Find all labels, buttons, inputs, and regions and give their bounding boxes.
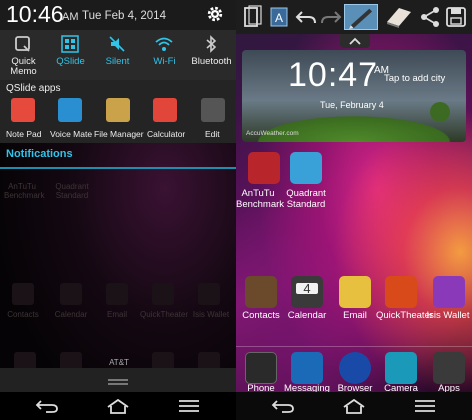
save-icon[interactable] — [444, 4, 468, 30]
qslide-app-label: Note Pad — [6, 129, 42, 139]
toggle-label: QSlide — [56, 56, 85, 67]
dimmed-app-label: AnTuTu Benchmark — [4, 182, 45, 200]
widget-date: Tue, February 4 — [320, 100, 384, 110]
toggle-bluetooth[interactable]: Bluetooth — [188, 30, 235, 80]
toggle-quick-memo[interactable]: Quick Memo — [0, 30, 47, 80]
back-icon[interactable] — [34, 398, 60, 414]
nav-bar — [236, 392, 472, 420]
share-icon[interactable] — [418, 4, 442, 30]
qslide-app-label: Voice Mate — [50, 129, 93, 139]
edit-icon — [201, 98, 225, 122]
back-icon[interactable] — [270, 398, 296, 414]
app-label: QuickTheater — [376, 310, 434, 321]
toggle-label: Bluetooth — [191, 56, 232, 67]
text-icon[interactable]: A — [267, 4, 291, 30]
calculator-icon — [153, 98, 177, 122]
contacts-icon — [245, 276, 277, 308]
home-icon[interactable] — [341, 398, 367, 414]
shade-drag-handle[interactable] — [0, 368, 236, 392]
home-screen: A 10:47 AM Tap to add city Tue, February… — [236, 0, 472, 420]
dimmed-app-label: Quadrant Standard — [55, 182, 89, 200]
menu-icon[interactable] — [412, 398, 438, 414]
svg-text:A: A — [275, 11, 283, 25]
quicktheater-icon — [152, 283, 174, 305]
dock-divider — [236, 346, 472, 347]
calendar-icon — [60, 283, 82, 305]
antutu-icon — [248, 152, 280, 184]
toggle-silent[interactable]: Silent — [94, 30, 141, 80]
app-label: Calendar — [287, 310, 327, 321]
redo-icon[interactable] — [319, 4, 343, 30]
qslide-apps-title: QSlide apps — [6, 83, 61, 94]
notification-shade: 10:46 AM Tue Feb 4, 2014 Quick Memo QSli… — [0, 0, 236, 420]
app-label: Quadrant Standard — [286, 188, 326, 210]
camera-icon — [385, 352, 417, 384]
toggle-label: Wi-Fi — [153, 56, 176, 67]
dimmed-app-label: Calendar — [54, 310, 88, 319]
status-date: Tue Feb 4, 2014 — [82, 10, 166, 22]
wifi-icon — [155, 37, 173, 51]
folder-icon — [106, 98, 130, 122]
email-icon — [106, 283, 128, 305]
toggle-label: Silent — [105, 56, 130, 67]
status-time: 10:46 — [6, 1, 64, 27]
notifications-divider — [0, 167, 236, 169]
undo-icon[interactable] — [294, 4, 318, 30]
toggle-label: Quick Memo — [10, 56, 37, 77]
screen-capture-icon[interactable] — [240, 4, 264, 30]
qslide-app-label: Edit — [205, 129, 220, 139]
eraser-icon[interactable] — [383, 4, 415, 30]
status-ampm: AM — [62, 11, 79, 23]
qslide-app-label: Calculator — [147, 129, 186, 139]
silent-icon — [109, 36, 125, 52]
quicktheater-icon — [385, 276, 417, 308]
menu-icon[interactable] — [176, 398, 202, 414]
weather-clock-widget[interactable]: 10:47 AM Tap to add city Tue, February 4… — [242, 50, 466, 142]
status-bar: 10:46 AM Tue Feb 4, 2014 — [0, 0, 236, 30]
browser-icon — [339, 352, 371, 384]
microphone-icon — [58, 98, 82, 122]
qslide-icon — [61, 35, 79, 53]
app-label: Isis Wallet — [426, 310, 470, 321]
app-label: Email — [343, 310, 367, 321]
notifications-title: Notifications — [6, 148, 73, 160]
app-label: Contacts — [242, 310, 280, 321]
home-icon[interactable] — [105, 398, 131, 414]
toggle-wifi[interactable]: Wi-Fi — [141, 30, 188, 80]
pen-icon[interactable] — [344, 4, 378, 30]
nav-bar — [0, 392, 236, 420]
bluetooth-icon — [206, 35, 217, 53]
isis-wallet-icon — [433, 276, 465, 308]
app-label: AnTuTu Benchmark — [236, 188, 285, 210]
apps-icon — [433, 352, 465, 384]
dimmed-app-label: Contacts — [7, 310, 39, 319]
email-icon — [339, 276, 371, 308]
quick-settings-toggles: Quick Memo QSlide Silent Wi-Fi Bluetooth — [0, 30, 236, 80]
contacts-icon — [12, 283, 34, 305]
quick-memo-icon — [15, 36, 30, 52]
qslide-app-label: File Manager — [94, 129, 144, 139]
widget-credit: AccuWeather.com — [246, 130, 299, 137]
isis-wallet-icon — [198, 283, 220, 305]
widget-time: 10:47 — [288, 56, 379, 94]
widget-tree — [430, 102, 450, 122]
qmemo-toolbar: A — [236, 0, 472, 34]
quadrant-icon — [290, 152, 322, 184]
dimmed-app-label: Isis Wallet — [192, 310, 230, 319]
calendar-badge: 4 — [296, 282, 318, 295]
dimmed-app-label: Email — [106, 310, 127, 319]
notepad-icon — [11, 98, 35, 122]
widget-tap-to-add-city[interactable]: Tap to add city — [384, 73, 445, 84]
phone-icon — [245, 352, 277, 384]
dimmed-app-label: QuickTheater — [140, 310, 189, 319]
toggle-qslide[interactable]: QSlide — [47, 30, 94, 80]
qslide-apps-section: QSlide apps Note Pad Voice Mate File Man… — [0, 80, 236, 143]
messaging-icon — [291, 352, 323, 384]
carrier-label: AT&T — [109, 358, 129, 367]
gear-icon[interactable] — [206, 5, 224, 23]
toolbar-collapse-handle[interactable] — [340, 34, 370, 48]
